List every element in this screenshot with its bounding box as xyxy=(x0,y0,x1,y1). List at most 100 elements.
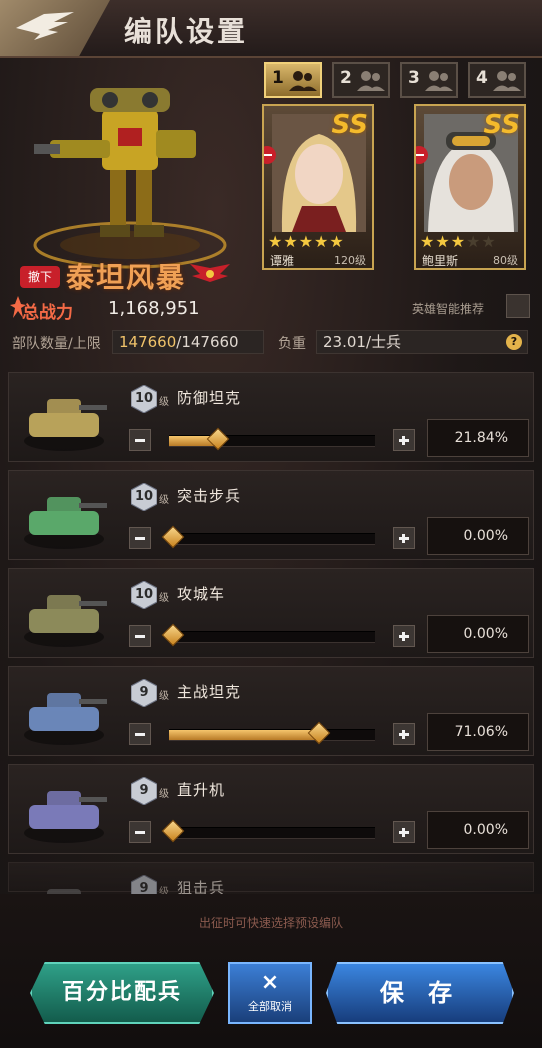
slider-thumb[interactable] xyxy=(161,525,185,549)
star-icon: ★ xyxy=(298,232,315,251)
save-button[interactable]: 保 存 xyxy=(326,962,514,1024)
increase-button[interactable] xyxy=(393,527,415,549)
eagle-back-icon xyxy=(16,12,74,40)
increase-button[interactable] xyxy=(393,429,415,451)
decrease-button[interactable] xyxy=(129,625,151,647)
troop-name: 直升机 xyxy=(177,781,226,799)
percent-allocate-button[interactable]: 百分比配兵 xyxy=(30,962,214,1024)
load-label: 负重 xyxy=(278,336,306,352)
level-suffix: 级 xyxy=(159,789,169,800)
level-badge: 10 xyxy=(130,384,158,414)
slider-thumb[interactable] xyxy=(206,427,230,451)
level-suffix: 级 xyxy=(159,397,169,408)
total-power-label: 总战力 xyxy=(22,303,73,323)
troop-name: 攻城车 xyxy=(177,585,226,603)
hero-name: 谭雅 xyxy=(270,254,295,268)
troop-percent[interactable]: 71.06% xyxy=(427,713,529,751)
troop-level: 10 xyxy=(134,391,154,406)
troop-row: 9 级直升机 0.00% xyxy=(8,764,534,854)
hero-card-1[interactable]: SS ★★★★★ 谭雅 120级 xyxy=(262,104,374,270)
hero-level: 80级 xyxy=(493,254,518,267)
people-icon xyxy=(493,71,521,91)
troop-percent[interactable]: 0.00% xyxy=(427,517,529,555)
hero-recommend-checkbox[interactable] xyxy=(506,294,530,318)
remove-mech-button[interactable]: 撤下 xyxy=(20,266,60,288)
star-empty-icon: ★ xyxy=(466,232,482,251)
troop-level: 10 xyxy=(134,489,154,504)
troop-level: 9 xyxy=(139,685,149,700)
troop-percent[interactable]: 0.00% xyxy=(427,811,529,849)
troop-unit-image xyxy=(24,497,107,549)
increase-button[interactable] xyxy=(393,625,415,647)
troops-current: 147660 xyxy=(119,333,177,351)
star-icon: ★ xyxy=(283,232,299,251)
troop-name: 主战坦克 xyxy=(177,683,242,701)
level-badge: 10 xyxy=(130,580,158,610)
mech-name: 泰坦风暴 xyxy=(66,261,187,294)
troop-slider[interactable] xyxy=(161,525,375,549)
troop-unit-image xyxy=(24,595,107,647)
troop-row: 10 级攻城车 0.00% xyxy=(8,568,534,658)
star-icon: ★ xyxy=(268,232,284,251)
slot-number: 2 xyxy=(340,68,352,88)
cancel-all-label: 全部取消 xyxy=(248,1000,292,1013)
slider-fill xyxy=(169,730,315,740)
people-icon xyxy=(425,71,453,91)
hero-name: 鲍里斯 xyxy=(422,254,459,268)
mech-portrait[interactable] xyxy=(30,70,230,270)
hero-recommend-label: 英雄智能推荐 xyxy=(412,302,485,316)
hero-slot-tab-2[interactable]: 2 xyxy=(332,62,390,98)
wings-rank-icon xyxy=(190,264,230,282)
decrease-button[interactable] xyxy=(129,429,151,451)
star-empty-icon: ★ xyxy=(481,232,497,251)
total-power-value: 1,168,951 xyxy=(108,298,200,319)
slot-number: 3 xyxy=(408,68,420,88)
preset-hint: 出征时可快速选择预设编队 xyxy=(198,916,343,930)
level-suffix: 级 xyxy=(159,593,169,604)
hero-grade: SS xyxy=(331,110,368,140)
troop-name: 防御坦克 xyxy=(177,389,242,407)
star-icon: ★ xyxy=(420,232,436,251)
header-bar: 编队设置 xyxy=(0,0,542,58)
troop-unit-image xyxy=(24,399,107,451)
slot-number: 4 xyxy=(476,68,488,88)
decrease-button[interactable] xyxy=(129,821,151,843)
troops-max: /147660 xyxy=(176,333,239,351)
troop-slider[interactable] xyxy=(169,427,375,451)
troop-percent[interactable]: 0.00% xyxy=(427,615,529,653)
hero-slot-tab-1[interactable]: 1 xyxy=(264,62,322,98)
troop-percent[interactable]: 21.84% xyxy=(427,419,529,457)
level-badge: 10 xyxy=(130,482,158,512)
increase-button[interactable] xyxy=(393,723,415,745)
star-icon: ★ xyxy=(450,232,467,251)
star-icon: ★ xyxy=(435,232,451,251)
decrease-button[interactable] xyxy=(129,527,151,549)
troops-label: 部队数量/上限 xyxy=(12,336,101,352)
level-badge: 9 xyxy=(130,678,158,708)
troop-slider[interactable] xyxy=(161,819,375,843)
hero-level: 120级 xyxy=(334,254,366,267)
hero-slot-tab-3[interactable]: 3 xyxy=(400,62,458,98)
hero-slot-tab-4[interactable]: 4 xyxy=(468,62,526,98)
people-icon xyxy=(289,71,317,91)
troop-slider[interactable] xyxy=(169,721,375,745)
troop-row: 9 级主战坦克 71.06% xyxy=(8,666,534,756)
back-button[interactable] xyxy=(0,0,110,56)
level-suffix: 级 xyxy=(159,691,169,702)
troop-level: 9 xyxy=(139,783,149,798)
hero-stars: ★★★★★ xyxy=(268,232,345,251)
formation-screen: 编队设置 1 2 3 4 撤下 泰坦风暴 总战力 1,168,951 SS ★★… xyxy=(0,0,542,1048)
slider-thumb[interactable] xyxy=(161,623,185,647)
hero-card-2[interactable]: SS ★★★★★ 鲍里斯 80级 xyxy=(414,104,526,270)
troop-slider[interactable] xyxy=(161,623,375,647)
load-value: 23.01/士兵 xyxy=(323,333,401,351)
slider-thumb[interactable] xyxy=(307,721,331,745)
help-icon[interactable]: ? xyxy=(506,334,522,350)
star-icon: ★ xyxy=(314,232,330,251)
decrease-button[interactable] xyxy=(129,723,151,745)
increase-button[interactable] xyxy=(393,821,415,843)
page-title: 编队设置 xyxy=(124,15,249,48)
star-icon: ★ xyxy=(329,232,345,251)
slider-thumb[interactable] xyxy=(161,819,185,843)
cancel-all-button[interactable]: × 全部取消 xyxy=(228,962,312,1024)
